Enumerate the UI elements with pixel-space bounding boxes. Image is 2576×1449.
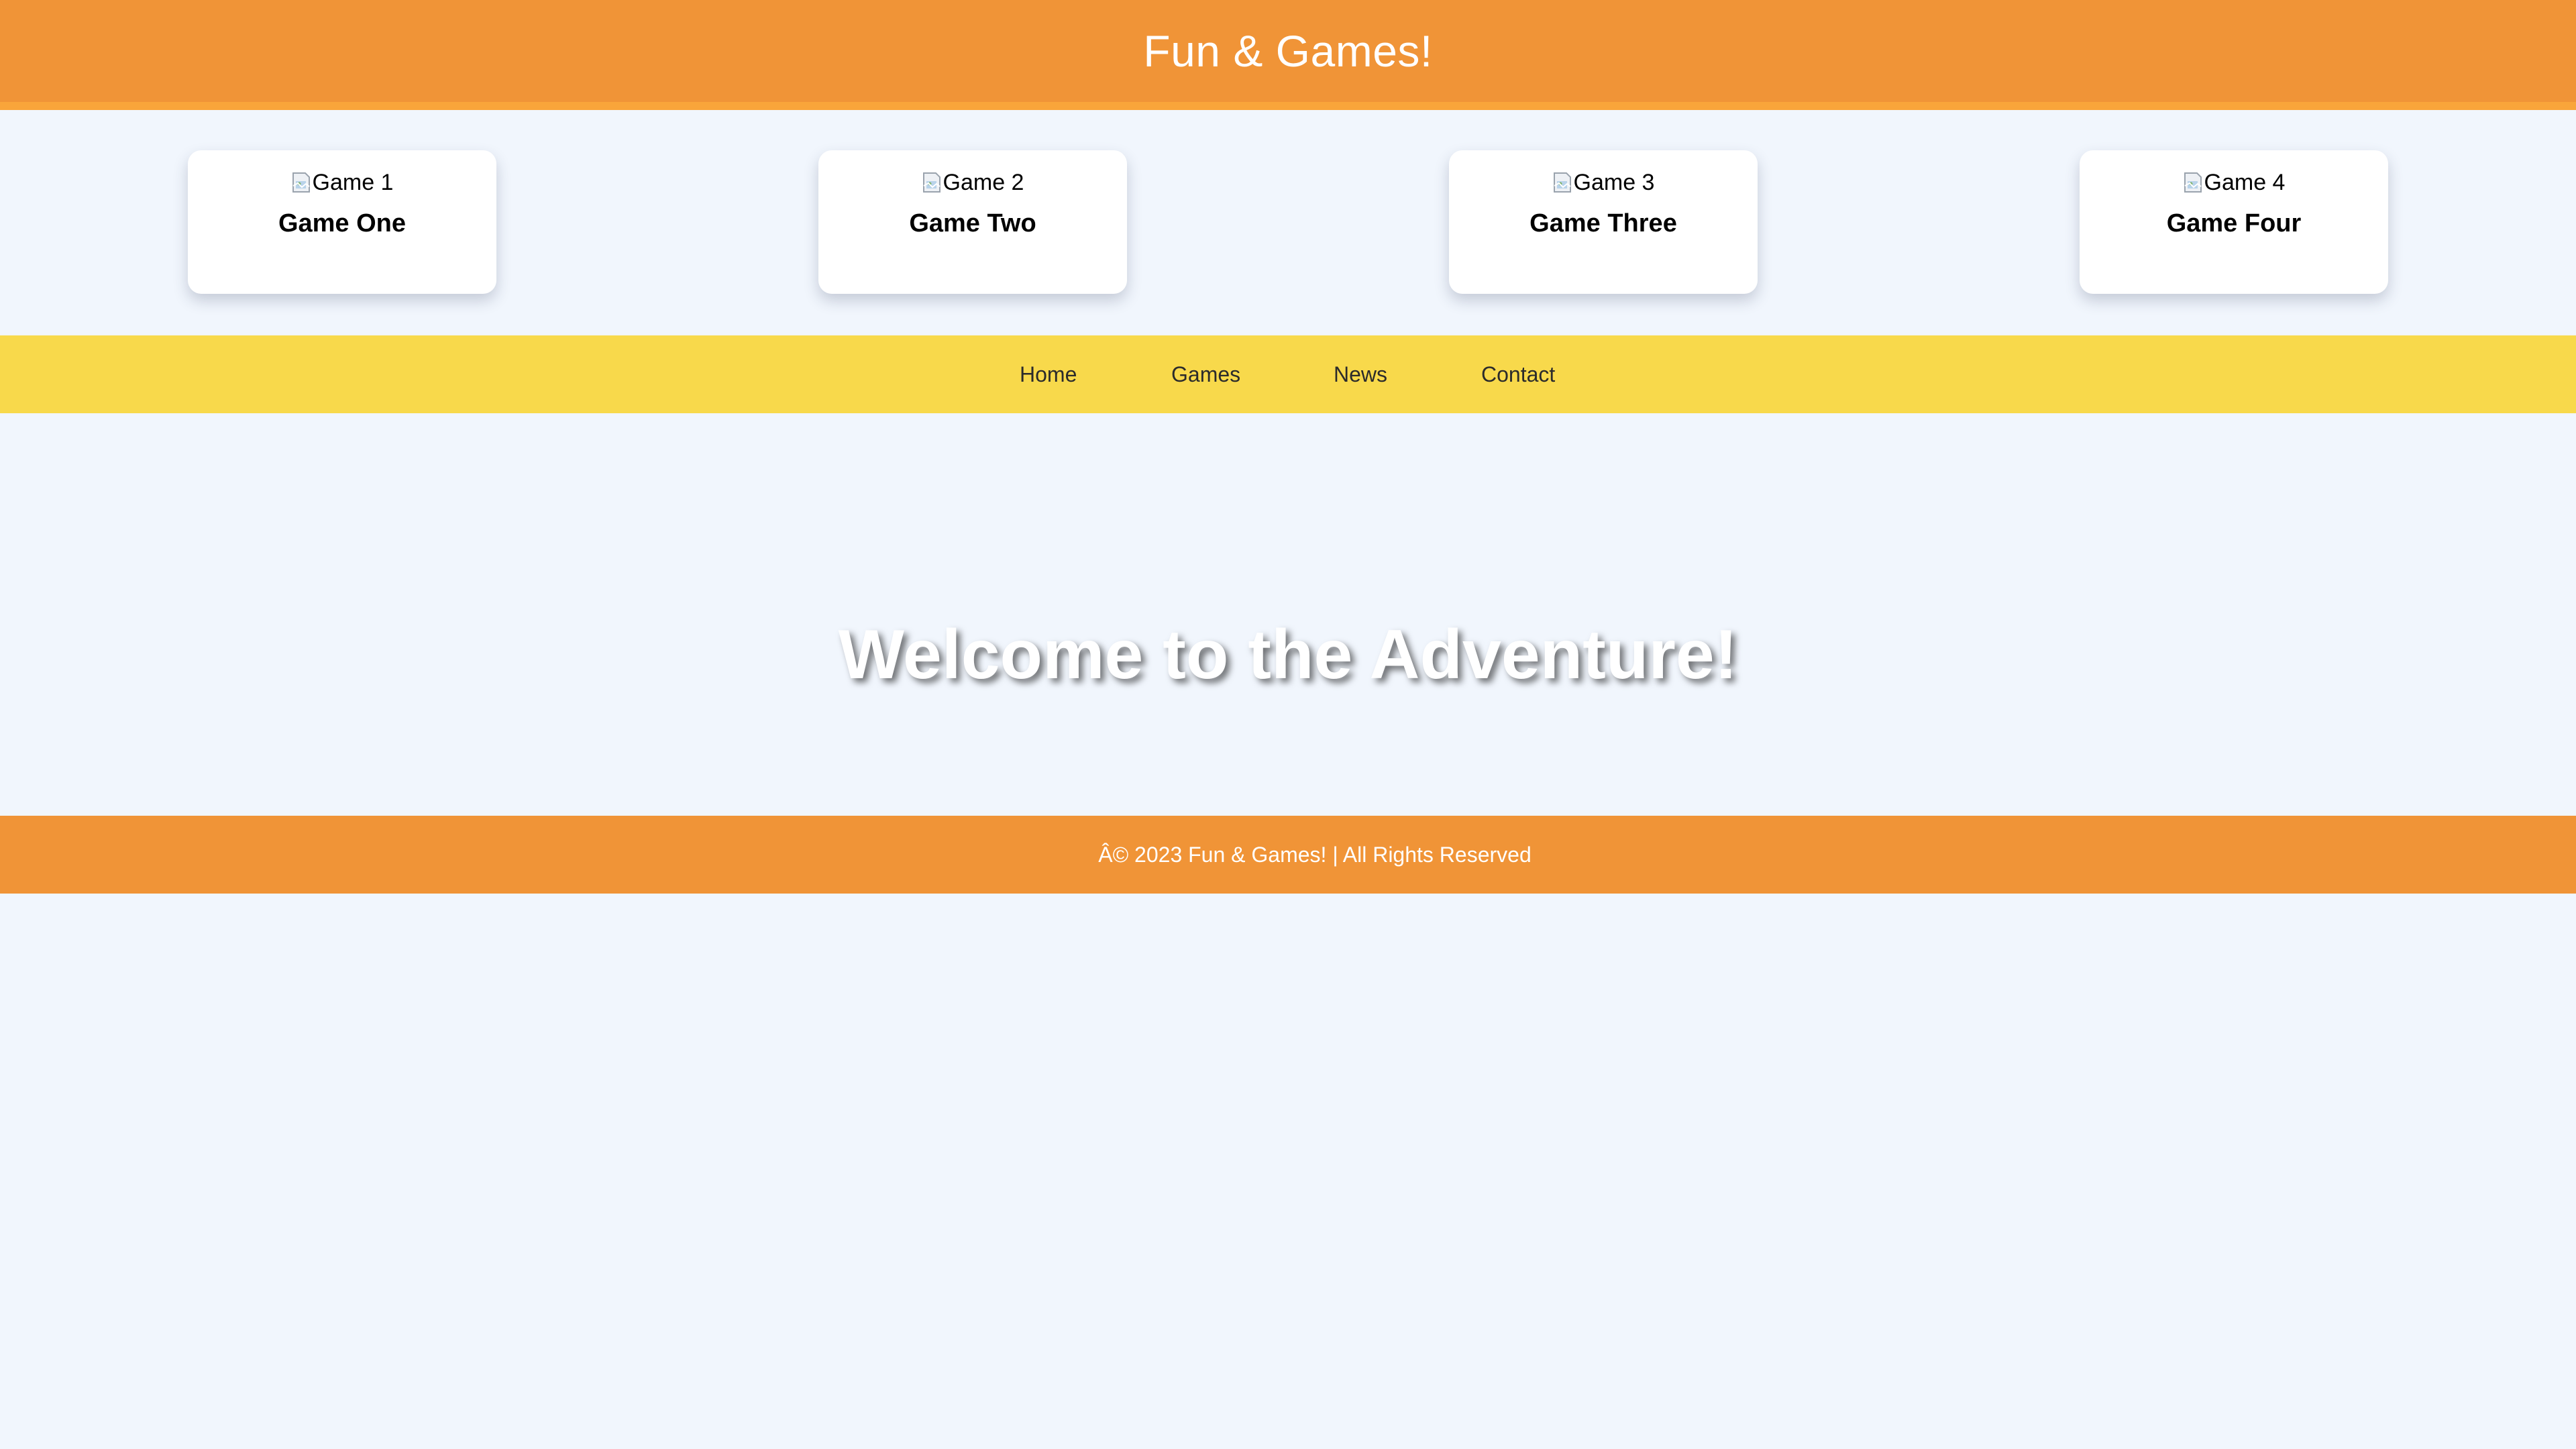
game-image-2[interactable]: Game 2 [922,168,1024,197]
footer-copyright: Â© 2023 Fun & Games! | All Rights Reserv… [1098,842,1532,867]
game-image-1[interactable]: Game 1 [291,168,394,197]
broken-image-icon [2183,171,2203,194]
game-card-4[interactable]: Game 4 Game Four [2080,150,2388,294]
game-card-3[interactable]: Game 3 Game Three [1449,150,1758,294]
game-card-1[interactable]: Game 1 Game One [188,150,496,294]
hero-section: Welcome to the Adventure! [0,413,2576,816]
site-header: Fun & Games! [0,0,2576,110]
site-title: Fun & Games! [1143,26,1433,76]
game-name-4: Game Four [2166,209,2302,237]
hero-title: Welcome to the Adventure! [838,616,1738,694]
nav-link-home[interactable]: Home [1020,335,1077,413]
nav-link-news[interactable]: News [1334,335,1387,413]
main-nav: Home Games News Contact [0,335,2576,413]
game-image-3[interactable]: Game 3 [1552,168,1655,197]
nav-link-contact[interactable]: Contact [1481,335,1555,413]
nav-link-games[interactable]: Games [1171,335,1240,413]
site-footer: Â© 2023 Fun & Games! | All Rights Reserv… [0,816,2576,894]
game-image-alt-3: Game 3 [1573,169,1655,195]
game-name-3: Game Three [1529,209,1677,237]
game-strip: Game 1 Game One Game 2 Game Two Game 3 G… [0,110,2576,335]
game-card-2[interactable]: Game 2 Game Two [818,150,1127,294]
game-name-1: Game One [278,209,407,237]
broken-image-icon [922,171,942,194]
game-name-2: Game Two [909,209,1036,237]
game-image-alt-1: Game 1 [312,169,394,195]
broken-image-icon [291,171,311,194]
game-image-4[interactable]: Game 4 [2183,168,2286,197]
game-image-alt-2: Game 2 [943,169,1024,195]
broken-image-icon [1552,171,1572,194]
game-image-alt-4: Game 4 [2204,169,2286,195]
